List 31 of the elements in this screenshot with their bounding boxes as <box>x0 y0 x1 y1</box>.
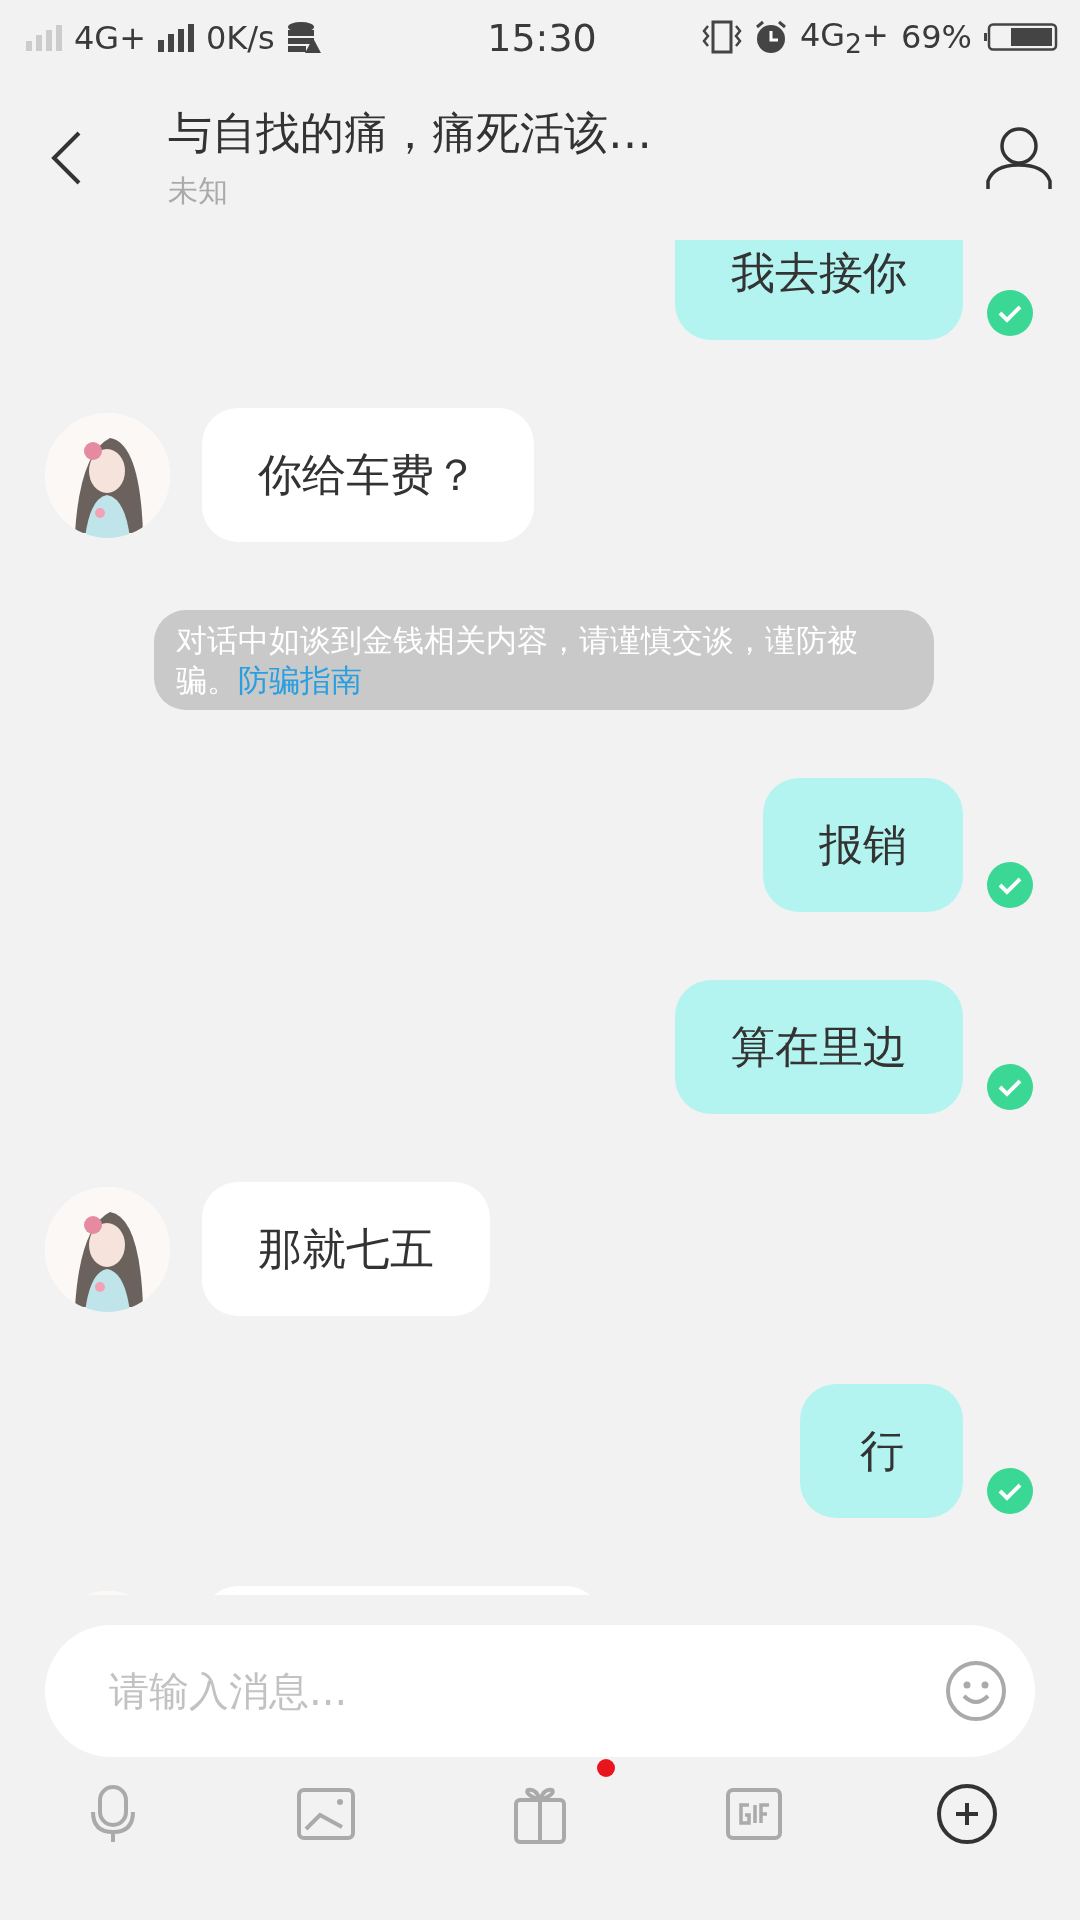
check-icon <box>987 1064 1033 1110</box>
gif-icon <box>724 1786 783 1841</box>
image-icon <box>296 1786 357 1841</box>
vibrate-icon <box>701 20 742 55</box>
plus-icon <box>936 1782 999 1845</box>
chat-subtitle: 未知 <box>168 171 229 210</box>
check-icon <box>987 862 1033 908</box>
signal-icon <box>157 23 194 52</box>
message-bubble: 你给车费？ <box>202 408 534 542</box>
input-bar[interactable]: 请输入消息... <box>45 1625 1035 1757</box>
message-bubble: 我去接你 <box>675 240 963 340</box>
message-bubble: 报销 <box>763 778 963 912</box>
message-bubble: 行 <box>800 1384 963 1518</box>
network-label: 4G$_{2}$+ <box>799 15 889 60</box>
signal-icon <box>26 24 62 51</box>
message-bubble: 算在里边 <box>675 980 963 1114</box>
alarm-icon <box>753 20 788 55</box>
database-warning-icon <box>286 21 321 54</box>
message-bubble: 那就七五 <box>202 1182 490 1316</box>
speed-label: 0K/s <box>205 18 275 57</box>
check-icon <box>987 290 1033 336</box>
anti-fraud-link[interactable]: 防骗指南 <box>238 662 362 698</box>
check-icon <box>987 1468 1033 1514</box>
chat-title: 与自找的痛，痛死活该… <box>168 105 653 160</box>
profile-icon[interactable] <box>986 125 1052 190</box>
battery-icon <box>984 23 1058 52</box>
network-label: 4G+ <box>74 18 146 57</box>
battery-percent: 69% <box>900 18 972 57</box>
clock-time: 15:30 <box>487 15 597 60</box>
back-icon <box>50 129 82 186</box>
message-input-field[interactable]: 请输入消息... <box>107 1667 945 1715</box>
